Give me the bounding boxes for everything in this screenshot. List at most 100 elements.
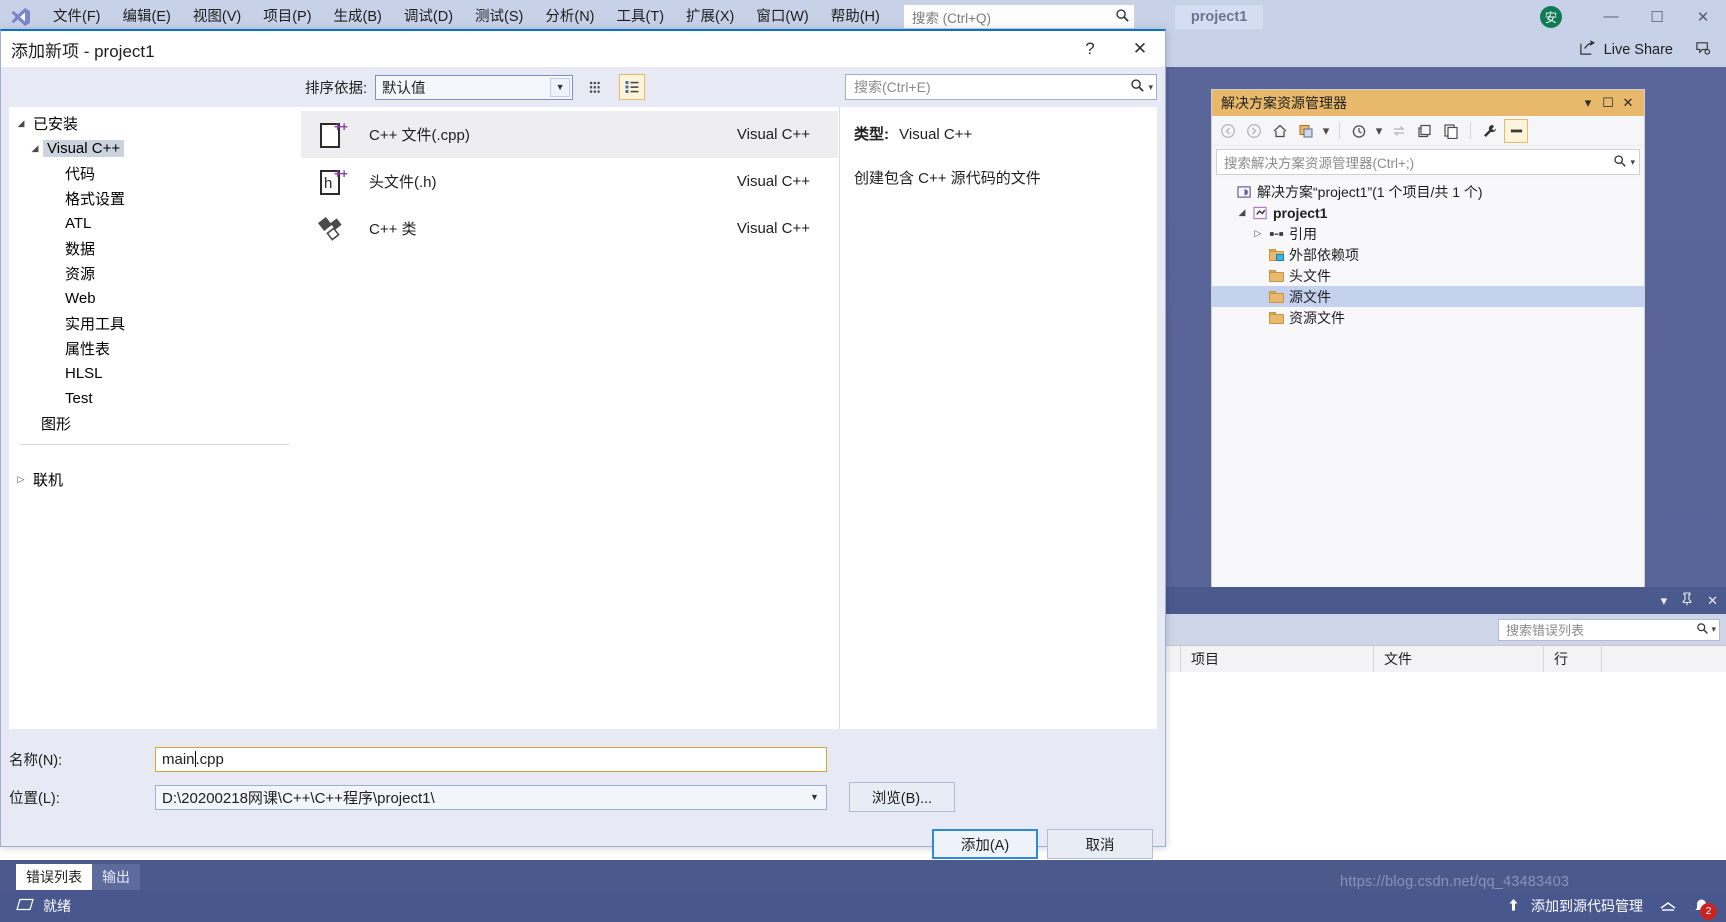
twisty-icon[interactable]: ◢ [27,143,43,154]
search-dropdown-icon[interactable]: ▾ [1145,82,1153,93]
back-icon[interactable] [1216,119,1240,143]
cancel-button[interactable]: 取消 [1047,829,1153,859]
twisty-icon[interactable]: ▷ [13,474,29,485]
location-combobox[interactable]: D:\20200218网课\C++\C++程序\project1\ ▼ [155,784,827,810]
menu-build[interactable]: 生成(B) [323,3,393,31]
tree-item-source-files[interactable]: 源文件 [1212,286,1644,307]
tree-item-references[interactable]: ▷ 引用 [1212,223,1644,244]
tree-item-solution[interactable]: 解决方案“project1”(1 个项目/共 1 个) [1212,181,1644,202]
category-resource[interactable]: 资源 [9,261,299,286]
category-test[interactable]: Test [9,386,299,411]
tree-item-resource-files[interactable]: 资源文件 [1212,307,1644,328]
template-item-header-file[interactable]: h ++ 头文件(.h) Visual C++ [301,158,838,205]
minimize-button[interactable]: — [1588,0,1634,33]
properties-wrench-icon[interactable] [1478,119,1502,143]
menu-window[interactable]: 窗口(W) [745,3,819,31]
menu-analyze[interactable]: 分析(N) [534,3,605,31]
category-utility[interactable]: 实用工具 [9,311,299,336]
tree-item-external-dependencies[interactable]: 外部依赖项 [1212,244,1644,265]
menu-debug[interactable]: 调试(D) [393,3,464,31]
tree-item-header-files[interactable]: 头文件 [1212,265,1644,286]
live-share-label[interactable]: Live Share [1604,42,1673,58]
category-data[interactable]: 数据 [9,236,299,261]
show-all-files-icon[interactable] [1439,119,1463,143]
category-formatting[interactable]: 格式设置 [9,186,299,211]
dialog-close-button[interactable]: ✕ [1115,31,1165,67]
solution-explorer-title: 解决方案资源管理器 [1221,95,1347,111]
solution-explorer-search-box[interactable]: 搜索解决方案资源管理器(Ctrl+;) ▾ [1216,149,1640,175]
menu-tools[interactable]: 工具(T) [606,3,676,31]
category-hlsl[interactable]: HLSL [9,361,299,386]
category-online[interactable]: ▷ 联机 [9,467,299,492]
dialog-help-button[interactable]: ? [1065,31,1115,67]
switch-views-dropdown-icon[interactable]: ▾ [1320,119,1332,143]
preview-selected-items-icon[interactable] [1504,118,1528,143]
feedback-icon[interactable] [1695,40,1712,60]
sort-by-select[interactable]: 默认值 ▼ [375,74,574,100]
switch-views-icon[interactable] [1294,119,1318,143]
column-header-project[interactable]: 项目 [1181,645,1374,673]
folder-link-icon [1266,248,1286,261]
tab-error-list[interactable]: 错误列表 [16,864,92,890]
menu-extensions[interactable]: 扩展(X) [675,3,745,31]
pending-changes-dropdown-icon[interactable]: ▾ [1373,119,1385,143]
menu-project[interactable]: 项目(P) [252,3,322,31]
add-button[interactable]: 添加(A) [932,829,1038,859]
browse-button[interactable]: 浏览(B)... [849,782,955,812]
menu-view[interactable]: 视图(V) [182,3,252,31]
template-item-cpp-file[interactable]: ++ C++ 文件(.cpp) Visual C++ [301,111,838,158]
tree-item-project1[interactable]: ◢ project1 [1212,202,1644,223]
panel-float-icon[interactable]: ☐ [1598,95,1618,111]
pending-changes-icon[interactable] [1347,119,1371,143]
close-button[interactable]: ✕ [1680,0,1726,33]
list-view-button[interactable] [619,74,646,100]
menu-edit[interactable]: 编辑(E) [112,3,182,31]
home-icon[interactable] [1268,119,1292,143]
avatar[interactable]: 安 [1540,5,1562,28]
panel-close-icon[interactable]: ✕ [1707,593,1718,609]
source-control-upload-icon[interactable] [1506,897,1521,916]
source-control-label[interactable]: 添加到源代码管理 [1531,896,1643,916]
search-options-dropdown-icon[interactable]: ▾ [1627,157,1635,168]
category-installed[interactable]: ◢ 已安装 [9,111,299,136]
collapse-all-icon[interactable] [1413,119,1437,143]
panel-pin-icon[interactable] [1681,592,1693,609]
chevron-down-icon[interactable]: ▼ [550,77,571,97]
category-property-sheets[interactable]: 属性表 [9,336,299,361]
tab-output[interactable]: 输出 [92,864,140,890]
maximize-button[interactable]: ☐ [1634,0,1680,33]
category-web[interactable]: Web [9,286,299,311]
dialog-body: ◢ 已安装 ◢ Visual C++ 代码 格式设置 ATL 数据 资源 Web… [1,107,1165,729]
category-label: 已安装 [33,116,79,133]
panel-dropdown-icon[interactable]: ▾ [1578,95,1598,111]
notifications-bell-icon[interactable]: 2 [1693,898,1717,920]
category-code[interactable]: 代码 [9,161,299,186]
error-list-search-box[interactable]: 搜索错误列表 ▾ [1498,618,1720,641]
category-atl[interactable]: ATL [9,211,299,236]
name-input[interactable]: main .cpp [155,746,827,772]
panel-close-icon[interactable]: ✕ [1618,95,1638,111]
global-search-box[interactable]: 搜索 (Ctrl+Q) [902,4,1135,29]
twisty-icon[interactable]: ▷ [1250,228,1266,239]
search-options-dropdown-icon[interactable]: ▾ [1709,624,1716,635]
template-source: Visual C++ [736,220,810,237]
forward-icon[interactable] [1242,119,1266,143]
template-source: Visual C++ [736,126,810,143]
menu-help[interactable]: 帮助(H) [820,3,891,31]
panel-dropdown-icon[interactable]: ▾ [1661,593,1668,609]
sync-icon[interactable] [1387,119,1411,143]
template-search-box[interactable]: 搜索(Ctrl+E) ▾ [845,74,1157,100]
category-visual-cpp[interactable]: ◢ Visual C++ [9,136,299,161]
menu-file[interactable]: 文件(F) [42,3,112,31]
tree-item-label: 头文件 [1289,267,1331,284]
twisty-icon[interactable]: ◢ [13,118,29,129]
column-header-line[interactable]: 行 [1544,645,1602,673]
template-item-cpp-class[interactable]: C++ 类 Visual C++ [301,205,838,252]
chevron-down-icon[interactable]: ▼ [804,786,825,808]
menu-test[interactable]: 测试(S) [464,3,534,31]
category-graphics[interactable]: 图形 [9,411,299,436]
tile-view-button[interactable] [583,74,609,100]
collapse-status-icon[interactable] [1653,898,1683,914]
column-header-file[interactable]: 文件 [1374,645,1544,673]
twisty-icon[interactable]: ◢ [1234,207,1250,218]
